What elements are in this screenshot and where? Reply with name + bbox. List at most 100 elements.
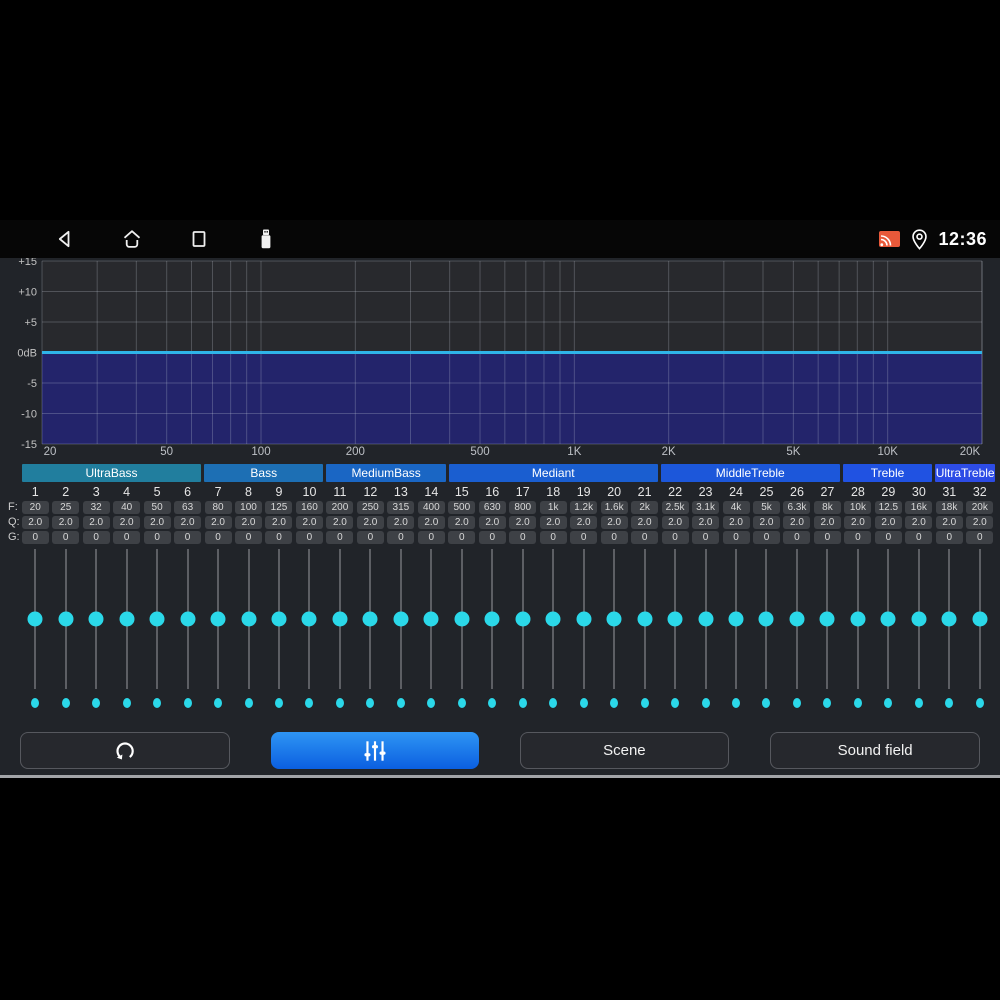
slider-knob[interactable] <box>58 611 74 627</box>
band-gain-slider[interactable] <box>629 549 659 689</box>
slider-knob[interactable] <box>271 611 287 627</box>
slider-knob[interactable] <box>210 611 226 627</box>
slider-knob[interactable] <box>850 611 866 627</box>
slider-knob[interactable] <box>972 611 988 627</box>
band-gain-slider[interactable] <box>325 549 355 689</box>
back-button[interactable] <box>52 226 78 252</box>
slider-knob[interactable] <box>88 611 104 627</box>
slider-knob[interactable] <box>789 611 805 627</box>
eq-bands: 1 20 2.0 0 2 25 2.0 0 3 32 2.0 0 4 40 2.0 0 5 50 2.0 0 6 63 2.… <box>20 484 995 708</box>
band-gain-slider[interactable] <box>203 549 233 689</box>
band-gain-slider[interactable] <box>965 549 995 689</box>
band-gain-slider[interactable] <box>508 549 538 689</box>
slider-knob[interactable] <box>484 611 500 627</box>
band-gain-slider[interactable] <box>904 549 934 689</box>
slider-knob[interactable] <box>149 611 165 627</box>
band-gain-slider[interactable] <box>172 549 202 689</box>
band-gain-slider[interactable] <box>934 549 964 689</box>
slider-knob[interactable] <box>515 611 531 627</box>
band-q-value: 2.0 <box>82 516 110 529</box>
band-q-value: 2.0 <box>570 516 598 529</box>
slider-knob[interactable] <box>941 611 957 627</box>
band-gain-value: 0 <box>905 531 933 544</box>
band-column: 7 80 2.0 0 <box>203 484 233 708</box>
band-gain-slider[interactable] <box>690 549 720 689</box>
slider-knob[interactable] <box>393 611 409 627</box>
slider-knob[interactable] <box>454 611 470 627</box>
band-indicator-dot <box>518 698 527 708</box>
band-group-ultrabass: UltraBass <box>22 464 202 482</box>
band-gain-slider[interactable] <box>599 549 629 689</box>
band-freq-value: 12.5 <box>874 501 902 514</box>
band-gain-slider[interactable] <box>355 549 385 689</box>
band-freq-value: 50 <box>143 501 171 514</box>
band-indicator-dot <box>31 698 40 708</box>
recents-button[interactable] <box>186 226 212 252</box>
slider-knob[interactable] <box>301 611 317 627</box>
slider-knob[interactable] <box>362 611 378 627</box>
slider-knob[interactable] <box>119 611 135 627</box>
slider-knob[interactable] <box>606 611 622 627</box>
band-column: 28 10k 2.0 0 <box>843 484 873 708</box>
band-number: 9 <box>275 485 283 499</box>
band-gain-slider[interactable] <box>751 549 781 689</box>
band-number: 27 <box>820 485 835 499</box>
band-q-value: 2.0 <box>935 516 963 529</box>
usb-button[interactable] <box>253 226 279 252</box>
band-gain-slider[interactable] <box>538 549 568 689</box>
slider-knob[interactable] <box>241 611 257 627</box>
band-gain-slider[interactable] <box>111 549 141 689</box>
slider-knob[interactable] <box>728 611 744 627</box>
slider-knob[interactable] <box>180 611 196 627</box>
slider-knob[interactable] <box>27 611 43 627</box>
slider-knob[interactable] <box>637 611 653 627</box>
slider-knob[interactable] <box>698 611 714 627</box>
slider-knob[interactable] <box>545 611 561 627</box>
scene-button[interactable]: Scene <box>519 732 730 769</box>
band-gain-slider[interactable] <box>782 549 812 689</box>
slider-knob[interactable] <box>819 611 835 627</box>
band-gain-slider[interactable] <box>81 549 111 689</box>
reset-button[interactable] <box>20 732 230 769</box>
band-gain-slider[interactable] <box>233 549 263 689</box>
band-group-bass: Bass <box>204 464 324 482</box>
sound-field-button[interactable]: Sound field <box>770 732 980 769</box>
slider-knob[interactable] <box>880 611 896 627</box>
band-gain-slider[interactable] <box>812 549 842 689</box>
band-q-value: 2.0 <box>722 516 750 529</box>
band-gain-slider[interactable] <box>142 549 172 689</box>
equalizer-button[interactable] <box>270 732 479 769</box>
home-button[interactable] <box>119 226 145 252</box>
band-gain-value: 0 <box>82 531 110 544</box>
slider-knob[interactable] <box>423 611 439 627</box>
band-gain-value: 0 <box>509 531 537 544</box>
band-gain-slider[interactable] <box>264 549 294 689</box>
slider-knob[interactable] <box>332 611 348 627</box>
slider-knob[interactable] <box>576 611 592 627</box>
band-column: 18 1k 2.0 0 <box>538 484 568 708</box>
band-gain-slider[interactable] <box>20 549 50 689</box>
band-gain-slider[interactable] <box>568 549 598 689</box>
band-gain-slider[interactable] <box>416 549 446 689</box>
band-gain-slider[interactable] <box>477 549 507 689</box>
band-freq-value: 315 <box>387 501 415 514</box>
band-freq-value: 400 <box>417 501 445 514</box>
band-gain-slider[interactable] <box>447 549 477 689</box>
band-gain-slider[interactable] <box>660 549 690 689</box>
band-gain-slider[interactable] <box>294 549 324 689</box>
band-gain-slider[interactable] <box>50 549 80 689</box>
equalizer-sliders-icon <box>364 740 386 761</box>
band-freq-value: 100 <box>235 501 263 514</box>
slider-knob[interactable] <box>667 611 683 627</box>
band-gain-slider[interactable] <box>873 549 903 689</box>
band-indicator-dot <box>488 698 497 708</box>
band-number: 5 <box>153 485 161 499</box>
band-freq-value: 1.6k <box>600 501 628 514</box>
band-freq-value: 4k <box>722 501 750 514</box>
band-gain-slider[interactable] <box>843 549 873 689</box>
band-gain-slider[interactable] <box>386 549 416 689</box>
band-q-value: 2.0 <box>295 516 323 529</box>
slider-knob[interactable] <box>911 611 927 627</box>
band-gain-slider[interactable] <box>721 549 751 689</box>
slider-knob[interactable] <box>758 611 774 627</box>
